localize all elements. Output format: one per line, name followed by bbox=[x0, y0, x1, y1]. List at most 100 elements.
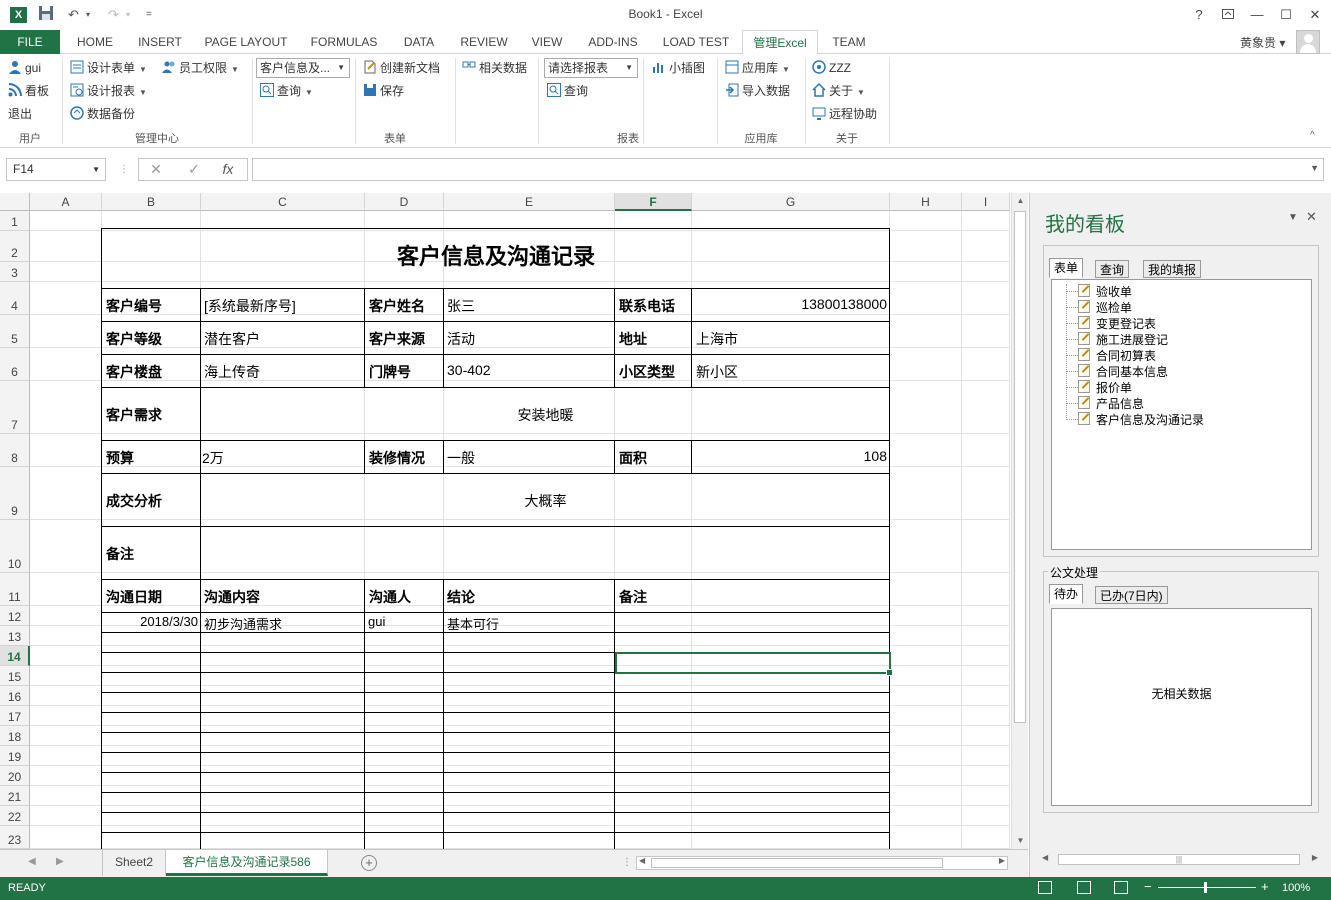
value-phone[interactable]: 13800138000 bbox=[694, 296, 887, 312]
user-gui-button[interactable]: gui bbox=[8, 58, 41, 78]
scroll-left-icon[interactable]: ◀ bbox=[1042, 853, 1048, 862]
value-analysis[interactable]: 大概率 bbox=[201, 491, 890, 511]
import-data-button[interactable]: 导入数据 bbox=[725, 81, 790, 101]
close-pane-icon[interactable]: ✕ bbox=[1306, 209, 1317, 225]
row-header-5[interactable]: 5 bbox=[0, 315, 30, 348]
remote-assist-button[interactable]: 远程协助 bbox=[812, 104, 877, 124]
tab-my-submissions[interactable]: 我的填报 bbox=[1143, 260, 1202, 278]
log-row-conclusion[interactable]: 基本可行 bbox=[447, 614, 499, 633]
scroll-right-icon[interactable]: ▶ bbox=[1312, 853, 1318, 862]
label-budget[interactable]: 预算 bbox=[106, 448, 134, 468]
about-button[interactable]: 关于 ▼ bbox=[812, 81, 865, 101]
tab-view[interactable]: VIEW bbox=[524, 30, 570, 54]
vertical-scrollbar[interactable]: ▲ ▼ bbox=[1011, 193, 1028, 849]
tab-page-layout[interactable]: PAGE LAYOUT bbox=[198, 30, 294, 54]
column-header-i[interactable]: I bbox=[962, 193, 1010, 211]
form-select[interactable]: 客户信息及... ▼ bbox=[256, 58, 350, 78]
log-header-content[interactable]: 沟通内容 bbox=[204, 587, 260, 607]
row-header-2[interactable]: 2 bbox=[0, 231, 30, 262]
spreadsheet-grid[interactable]: ABCDEFGHI 1 2 3 4 5 6 7 8 9 10 11 12 13 14 15 16 17 18 19 2… bbox=[0, 193, 1010, 849]
label-door-no[interactable]: 门牌号 bbox=[369, 362, 411, 382]
formula-input[interactable]: ▼ bbox=[252, 158, 1324, 181]
row-header-3[interactable]: 3 bbox=[0, 262, 30, 282]
row-header-9[interactable]: 9 bbox=[0, 467, 30, 520]
label-decoration[interactable]: 装修情况 bbox=[369, 448, 425, 468]
value-customer-source[interactable]: 活动 bbox=[447, 329, 475, 349]
minimize-button[interactable]: — bbox=[1243, 4, 1271, 26]
log-row-date[interactable]: 2018/3/30 bbox=[102, 614, 198, 629]
tab-load-test[interactable]: LOAD TEST bbox=[656, 30, 736, 54]
row-header-21[interactable]: 21 bbox=[0, 786, 30, 806]
enter-icon[interactable]: ✓ bbox=[182, 158, 206, 181]
tab-manage-excel[interactable]: 管理Excel bbox=[742, 30, 818, 55]
form-tree-item[interactable]: 验收单 bbox=[1066, 283, 1132, 300]
row-header-4[interactable]: 4 bbox=[0, 282, 30, 315]
row-header-19[interactable]: 19 bbox=[0, 746, 30, 766]
label-customer-level[interactable]: 客户等级 bbox=[106, 329, 162, 349]
label-address[interactable]: 地址 bbox=[619, 329, 647, 349]
value-customer-no[interactable]: [系统最新序号] bbox=[204, 296, 296, 316]
label-needs[interactable]: 客户需求 bbox=[106, 405, 162, 425]
employee-permissions-button[interactable]: 员工权限 ▼ bbox=[162, 58, 239, 78]
zoom-level[interactable]: 100% bbox=[1282, 882, 1310, 894]
prev-sheet-icon[interactable]: ◀ bbox=[28, 856, 36, 867]
row-header-18[interactable]: 18 bbox=[0, 726, 30, 746]
value-customer-level[interactable]: 潜在客户 bbox=[204, 329, 260, 349]
zoom-out-button[interactable]: − bbox=[1144, 879, 1152, 894]
scroll-thumb[interactable] bbox=[651, 858, 943, 868]
horizontal-scrollbar[interactable]: ◀ ▶ bbox=[636, 856, 1008, 870]
column-header-d[interactable]: D bbox=[365, 193, 444, 211]
row-header-23[interactable]: 23 bbox=[0, 826, 30, 849]
insert-function-icon[interactable]: fx bbox=[216, 158, 240, 181]
label-district-type[interactable]: 小区类型 bbox=[619, 362, 675, 382]
log-header-date[interactable]: 沟通日期 bbox=[106, 587, 162, 607]
tab-team[interactable]: TEAM bbox=[824, 30, 874, 54]
scroll-thumb[interactable] bbox=[1014, 211, 1026, 723]
collapse-ribbon-icon[interactable]: ^ bbox=[1310, 126, 1315, 146]
tab-todo[interactable]: 待办 bbox=[1049, 584, 1084, 604]
cancel-icon[interactable]: ✕ bbox=[144, 158, 168, 181]
save-form-button[interactable]: 保存 bbox=[363, 81, 404, 101]
expand-formula-bar-icon[interactable]: ▼ bbox=[1310, 163, 1319, 173]
sheet-tab-sheet2[interactable]: Sheet2 bbox=[102, 850, 166, 876]
avatar[interactable] bbox=[1296, 30, 1320, 54]
row-header-11[interactable]: 11 bbox=[0, 573, 30, 606]
tab-insert[interactable]: INSERT bbox=[130, 30, 190, 54]
zzz-button[interactable]: ZZZ bbox=[812, 58, 851, 78]
tab-formulas[interactable]: FORMULAS bbox=[302, 30, 386, 54]
label-area[interactable]: 面积 bbox=[619, 448, 647, 468]
value-door-no[interactable]: 30-402 bbox=[447, 362, 491, 378]
log-header-person[interactable]: 沟通人 bbox=[369, 587, 411, 607]
pane-horizontal-scrollbar[interactable]: ◀ ||| ▶ bbox=[1042, 853, 1318, 867]
column-header-e[interactable]: E bbox=[444, 193, 615, 211]
scroll-thumb[interactable]: ||| bbox=[1058, 854, 1300, 865]
tab-data[interactable]: DATA bbox=[394, 30, 444, 54]
pane-options-icon[interactable]: ▼ bbox=[1288, 212, 1298, 223]
form-title[interactable]: 客户信息及沟通记录 bbox=[102, 242, 890, 272]
log-row-person[interactable]: gui bbox=[368, 614, 385, 629]
tab-forms[interactable]: 表单 bbox=[1049, 258, 1084, 278]
create-document-button[interactable]: 创建新文档 bbox=[363, 58, 440, 78]
row-header-15[interactable]: 15 bbox=[0, 666, 30, 686]
close-button[interactable]: ✕ bbox=[1301, 4, 1329, 26]
label-phone[interactable]: 联系电话 bbox=[619, 296, 675, 316]
log-header-remark[interactable]: 备注 bbox=[619, 587, 647, 607]
scroll-down-icon[interactable]: ▼ bbox=[1012, 833, 1029, 849]
help-button[interactable]: ? bbox=[1185, 4, 1213, 26]
label-customer-name[interactable]: 客户姓名 bbox=[369, 296, 425, 316]
normal-view-icon[interactable] bbox=[1038, 881, 1052, 894]
row-header-13[interactable]: 13 bbox=[0, 626, 30, 646]
log-row-content[interactable]: 初步沟通需求 bbox=[204, 614, 282, 633]
value-address[interactable]: 上海市 bbox=[696, 329, 738, 349]
page-layout-view-icon[interactable] bbox=[1077, 881, 1091, 894]
design-report-button[interactable]: 设计报表 ▼ bbox=[70, 81, 147, 101]
form-tree-item[interactable]: 合同初算表 bbox=[1066, 347, 1156, 364]
value-district-type[interactable]: 新小区 bbox=[696, 362, 738, 382]
row-header-7[interactable]: 7 bbox=[0, 381, 30, 434]
value-needs[interactable]: 安装地暖 bbox=[201, 405, 890, 425]
zoom-slider[interactable] bbox=[1158, 882, 1256, 893]
page-break-view-icon[interactable] bbox=[1114, 881, 1128, 894]
row-header-12[interactable]: 12 bbox=[0, 606, 30, 626]
tab-review[interactable]: REVIEW bbox=[452, 30, 516, 54]
row-header-6[interactable]: 6 bbox=[0, 348, 30, 381]
